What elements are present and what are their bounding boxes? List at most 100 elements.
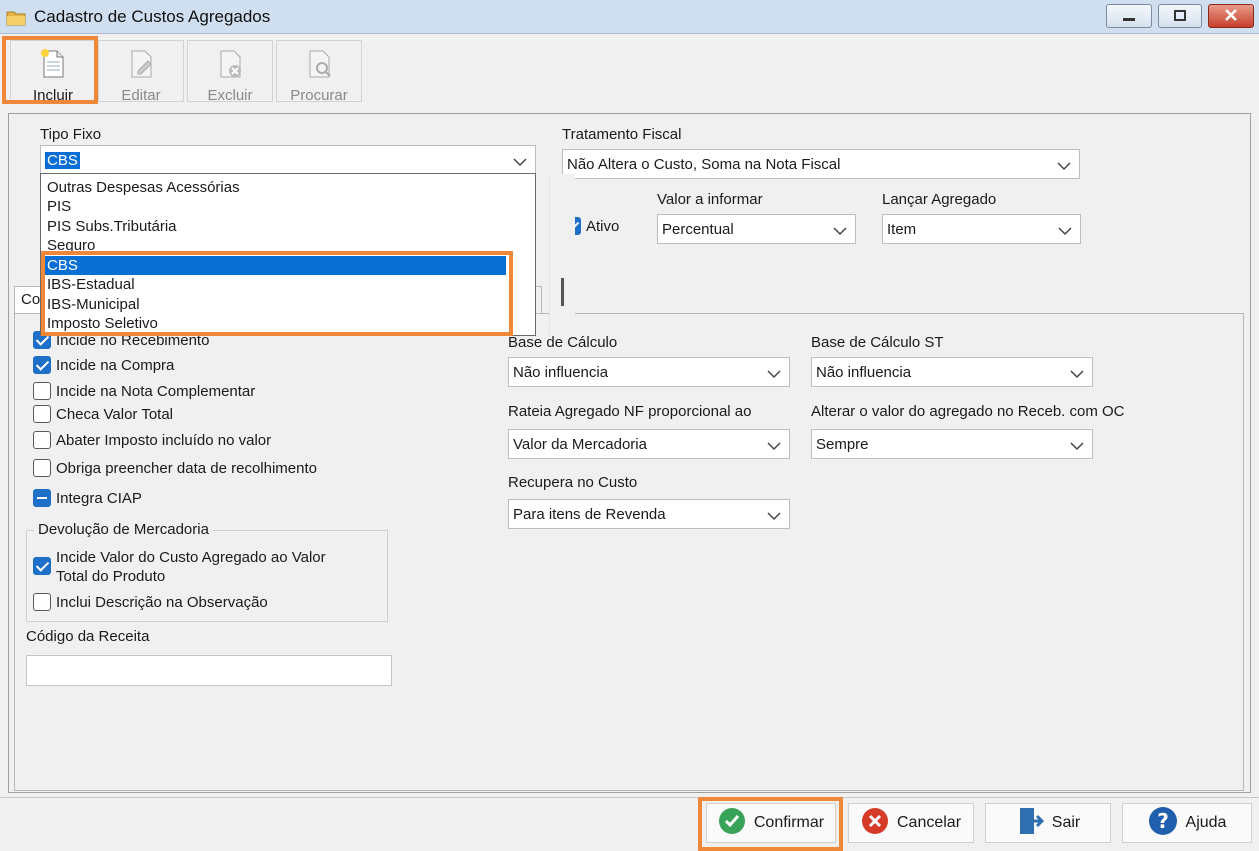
close-icon xyxy=(1224,8,1238,25)
check-box xyxy=(33,459,51,477)
obriga-data-label: Obriga preencher data de recolhimento xyxy=(56,459,317,477)
codigo-receita-label: Código da Receita xyxy=(26,628,150,645)
chevron-down-icon xyxy=(767,438,781,455)
help-circle-icon: ? xyxy=(1148,806,1178,841)
abater-imposto-label: Abater Imposto incluído no valor xyxy=(56,431,272,449)
base-calculo-value: Não influencia xyxy=(513,363,609,381)
tab-first-label: Co xyxy=(21,291,41,308)
incide-compra-label: Incide na Compra xyxy=(56,356,175,374)
incide-nota-complementar-label: Incide na Nota Complementar xyxy=(56,382,256,400)
incide-valor-checkbox[interactable]: Incide Valor do Custo Agregado ao Valor … xyxy=(33,548,326,586)
lancar-agregado-label: Lançar Agregado xyxy=(882,191,997,208)
ajuda-button[interactable]: ? Ajuda xyxy=(1122,803,1252,843)
cancelar-button[interactable]: Cancelar xyxy=(848,803,974,843)
ajuda-label: Ajuda xyxy=(1185,814,1227,831)
window-title: Cadastro de Custos Agregados xyxy=(34,7,271,26)
incide-valor-label: Incide Valor do Custo Agregado ao Valor … xyxy=(56,548,326,586)
tipo-fixo-label: Tipo Fixo xyxy=(40,126,102,143)
tipo-fixo-select[interactable]: CBS xyxy=(40,145,536,175)
check-box xyxy=(33,489,51,507)
maximize-button[interactable] xyxy=(1158,4,1202,28)
close-button[interactable] xyxy=(1208,4,1254,28)
lancar-agregado-select[interactable]: Item xyxy=(882,214,1081,244)
recupera-value: Para itens de Revenda xyxy=(513,505,666,523)
editar-label: Editar xyxy=(121,87,161,104)
checa-valor-total-label: Checa Valor Total xyxy=(56,405,174,423)
inclui-descricao-label: Inclui Descrição na Observação xyxy=(56,593,268,611)
dropdown-option[interactable]: PIS Subs.Tributária xyxy=(47,217,509,236)
check-box xyxy=(33,356,51,374)
base-calculo-st-select[interactable]: Não influencia xyxy=(811,357,1093,387)
cancel-circle-icon xyxy=(861,807,889,840)
edit-document-icon xyxy=(126,41,156,83)
maximize-icon xyxy=(1174,8,1186,25)
incide-valor-line1: Incide Valor do Custo Agregado ao Valor xyxy=(56,549,326,566)
cancelar-label: Cancelar xyxy=(896,814,962,831)
incide-nota-complementar-checkbox[interactable]: Incide na Nota Complementar xyxy=(33,382,255,400)
chevron-down-icon xyxy=(1058,223,1072,240)
valor-informar-select[interactable]: Percentual xyxy=(657,214,856,244)
base-calculo-label: Base de Cálculo xyxy=(508,334,618,351)
rateia-value: Valor da Mercadoria xyxy=(513,435,647,453)
procurar-label: Procurar xyxy=(290,87,348,104)
integra-ciap-checkbox[interactable]: Integra CIAP xyxy=(33,489,142,507)
alterar-value: Sempre xyxy=(816,435,869,453)
title-bar: Cadastro de Custos Agregados xyxy=(0,0,1259,34)
check-box xyxy=(33,557,51,575)
chevron-down-icon xyxy=(767,366,781,383)
chevron-down-icon xyxy=(767,508,781,525)
incide-valor-line2: Total do Produto xyxy=(56,568,166,585)
incide-compra-checkbox[interactable]: Incide na Compra xyxy=(33,356,174,374)
tratamento-fiscal-value: Não Altera o Custo, Soma na Nota Fiscal xyxy=(567,155,841,173)
procurar-button[interactable]: Procurar xyxy=(276,40,362,104)
dropdown-option[interactable]: Outras Despesas Acessórias xyxy=(47,178,509,197)
search-document-icon xyxy=(304,41,334,83)
valor-informar-label: Valor a informar xyxy=(657,191,763,208)
excluir-label: Excluir xyxy=(207,87,253,104)
check-box xyxy=(33,405,51,423)
obriga-data-checkbox[interactable]: Obriga preencher data de recolhimento xyxy=(33,459,317,477)
chevron-down-icon xyxy=(1070,438,1084,455)
minimize-button[interactable] xyxy=(1106,4,1152,28)
svg-text:?: ? xyxy=(1157,809,1169,833)
chevron-down-icon xyxy=(1070,366,1084,383)
lancar-agregado-value: Item xyxy=(887,220,917,238)
alterar-select[interactable]: Sempre xyxy=(811,429,1093,459)
devolucao-title: Devolução de Mercadoria xyxy=(34,521,213,538)
alterar-label: Alterar o valor do agregado no Receb. co… xyxy=(811,403,1125,420)
base-calculo-st-label: Base de Cálculo ST xyxy=(811,334,944,351)
rateia-label: Rateia Agregado NF proporcional ao xyxy=(508,403,752,420)
codigo-receita-input[interactable] xyxy=(26,655,392,686)
check-box xyxy=(33,431,51,449)
minimize-icon xyxy=(1123,8,1135,25)
chevron-down-icon xyxy=(513,154,527,171)
chevron-down-icon xyxy=(833,223,847,240)
abater-imposto-checkbox[interactable]: Abater Imposto incluído no valor xyxy=(33,431,271,449)
excluir-button[interactable]: Excluir xyxy=(187,40,273,104)
exit-door-icon xyxy=(1016,806,1044,841)
integra-ciap-label: Integra CIAP xyxy=(56,489,142,507)
delete-document-icon xyxy=(215,41,245,83)
checa-valor-total-checkbox[interactable]: Checa Valor Total xyxy=(33,405,173,423)
editar-button[interactable]: Editar xyxy=(98,40,184,104)
highlight-dropdown-options xyxy=(41,251,513,336)
dropdown-option[interactable]: PIS xyxy=(47,197,509,216)
inclui-descricao-checkbox[interactable]: Inclui Descrição na Observação xyxy=(33,593,268,611)
base-calculo-select[interactable]: Não influencia xyxy=(508,357,790,387)
tratamento-fiscal-label: Tratamento Fiscal xyxy=(562,126,682,143)
dropdown-scrollbar[interactable] xyxy=(549,174,575,335)
sair-label: Sair xyxy=(1051,814,1081,831)
rateia-select[interactable]: Valor da Mercadoria xyxy=(508,429,790,459)
valor-informar-value: Percentual xyxy=(662,220,734,238)
chevron-down-icon xyxy=(1057,158,1071,175)
tratamento-fiscal-select[interactable]: Não Altera o Custo, Soma na Nota Fiscal xyxy=(562,149,1080,179)
recupera-select[interactable]: Para itens de Revenda xyxy=(508,499,790,529)
scrollbar-thumb[interactable] xyxy=(561,278,564,306)
folder-icon xyxy=(6,8,26,26)
recupera-label: Recupera no Custo xyxy=(508,474,638,491)
check-box xyxy=(33,593,51,611)
base-calculo-st-value: Não influencia xyxy=(816,363,912,381)
highlight-incluir xyxy=(2,36,98,104)
highlight-confirmar xyxy=(698,797,843,851)
sair-button[interactable]: Sair xyxy=(985,803,1111,843)
